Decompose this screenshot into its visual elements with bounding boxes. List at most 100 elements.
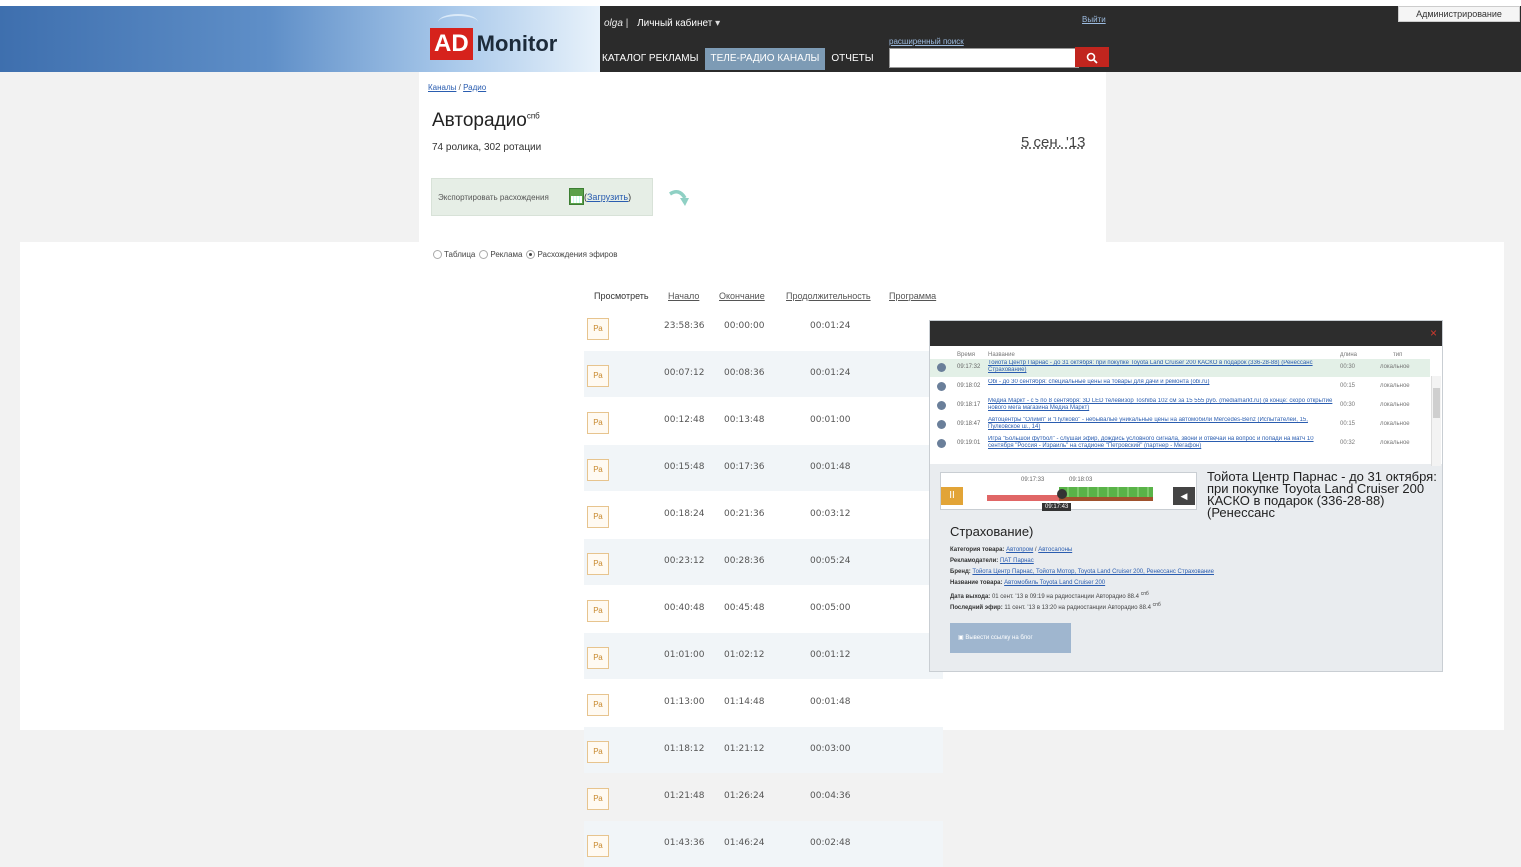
admin-button[interactable]: Администрирование xyxy=(1398,6,1520,22)
blog-button-label: Вывести ссылку на блог xyxy=(965,635,1033,641)
play-icon[interactable]: Ра xyxy=(587,553,609,575)
pause-button[interactable]: II xyxy=(941,487,963,505)
radio-table[interactable]: Таблица xyxy=(433,250,475,260)
play-circle-icon[interactable] xyxy=(937,420,946,429)
play-icon[interactable]: Ра xyxy=(587,835,609,857)
timeline-track-before[interactable] xyxy=(987,495,1059,501)
scroll-thumb[interactable] xyxy=(1433,388,1440,418)
player-popup: × Время Название длина тип 09:17:32 Тойот… xyxy=(929,320,1443,672)
table-row: Ра 01:18:12 01:21:12 00:03:00 xyxy=(584,727,943,773)
nav-reports[interactable]: ОТЧЕТЫ xyxy=(825,48,879,70)
table-row: Ра 00:18:24 00:21:36 00:03:12 xyxy=(584,492,943,538)
cell-duration: 00:01:12 xyxy=(810,650,851,660)
playlist-item[interactable]: 09:18:47 Автоцентры "Олимп" и "Пулково" -… xyxy=(930,416,1430,434)
station-city: спб xyxy=(526,111,540,121)
cell-end: 01:46:24 xyxy=(724,838,765,848)
cell-end: 00:45:48 xyxy=(724,603,765,613)
cell-duration: 00:04:36 xyxy=(810,791,851,801)
pl-head-time: Время xyxy=(957,352,976,358)
cell-end: 01:21:12 xyxy=(724,744,765,754)
play-circle-icon[interactable] xyxy=(937,363,946,372)
radio-circle xyxy=(433,250,442,260)
pl-name-link[interactable]: Автоцентры "Олимп" и "Пулково" - небывал… xyxy=(988,417,1335,432)
pl-time: 09:18:17 xyxy=(957,402,981,408)
playlist-item[interactable]: 09:18:17 Медиа Маркт - с 5 по 8 сентября:… xyxy=(930,397,1430,415)
pl-type: локальное xyxy=(1380,383,1410,389)
play-icon[interactable]: Ра xyxy=(587,506,609,528)
pl-name-link[interactable]: Obi - до 30 сентября: специальные цены н… xyxy=(988,379,1335,394)
playlist-item[interactable]: 09:18:02 Obi - до 30 сентября: специальны… xyxy=(930,378,1430,396)
nav-catalog[interactable]: КАТАЛОГ РЕКЛАМЫ xyxy=(596,48,705,70)
play-icon[interactable]: Ра xyxy=(587,694,609,716)
playhead-handle[interactable] xyxy=(1057,489,1067,499)
category-link-1[interactable]: Автопром xyxy=(1006,547,1033,553)
play-icon[interactable]: Ра xyxy=(587,412,609,434)
player-timeline[interactable]: II 09:17:33 09:18:03 09:17:43 ◀ xyxy=(940,472,1197,511)
meta-last-label: Последний эфир: xyxy=(950,605,1003,611)
logout-link[interactable]: Выйти xyxy=(1082,15,1106,24)
cell-start: 23:58:36 xyxy=(664,321,705,331)
pl-length: 00:15 xyxy=(1340,421,1356,427)
pl-name-link[interactable]: Игра "Большой футбол" - слушай эфир, дож… xyxy=(988,436,1335,451)
playlist-item[interactable]: 09:17:32 Тойота Центр Парнас - до 31 октя… xyxy=(930,359,1430,377)
cell-end: 00:28:36 xyxy=(724,556,765,566)
meta-last-sup: спб xyxy=(1152,602,1161,608)
advertiser-link[interactable]: ПАТ Парнас xyxy=(1000,558,1034,564)
cell-end: 00:17:36 xyxy=(724,462,765,472)
col-start[interactable]: Начало xyxy=(668,291,699,301)
blog-link-button[interactable]: ▣ Вывести ссылку на блог xyxy=(950,623,1071,653)
breadcrumb-channels[interactable]: Каналы xyxy=(428,83,456,92)
play-icon[interactable]: Ра xyxy=(587,647,609,669)
cell-end: 00:13:48 xyxy=(724,415,765,425)
curved-arrow-icon xyxy=(669,190,689,206)
cell-duration: 00:05:00 xyxy=(810,603,851,613)
close-icon[interactable]: × xyxy=(1430,326,1437,340)
nav-channels[interactable]: ТЕЛЕ-РАДИО КАНАЛЫ xyxy=(704,48,826,70)
brands-links[interactable]: Тойота Центр Парнас, Тойота Мотор, Toyot… xyxy=(972,569,1214,575)
radio-diff-label: Расхождения эфиров xyxy=(537,250,618,259)
view-mode-radios: Таблица Реклама Расхождения эфиров xyxy=(433,250,618,260)
play-icon[interactable]: Ра xyxy=(587,365,609,387)
playlist-scrollbar[interactable] xyxy=(1431,376,1441,466)
play-icon[interactable]: Ра xyxy=(587,600,609,622)
play-circle-icon[interactable] xyxy=(937,401,946,410)
cell-start: 00:40:48 xyxy=(664,603,705,613)
search-button[interactable] xyxy=(1075,47,1109,67)
station-panel: Каналы / Радио Авторадиоспб 74 ролика, 3… xyxy=(419,72,1106,242)
logo[interactable]: AD Monitor xyxy=(430,14,557,64)
pl-time: 09:17:32 xyxy=(957,364,981,370)
username[interactable]: olga xyxy=(604,18,623,29)
table-row: Ра 01:21:48 01:26:24 00:04:36 xyxy=(584,774,943,820)
download-link[interactable]: Загрузить xyxy=(587,192,628,202)
col-program[interactable]: Программа xyxy=(889,291,936,301)
meta-product: Название товара: Автомобиль Toyota Land … xyxy=(950,580,1105,586)
advanced-search-link[interactable]: расширенный поиск xyxy=(889,37,964,46)
search-input[interactable] xyxy=(889,48,1079,68)
meta-release-label: Дата выхода: xyxy=(950,594,991,600)
playlist-item[interactable]: 09:19:01 Игра "Большой футбол" - слушай э… xyxy=(930,435,1430,453)
user-line: olga | Личный кабинет ▾ xyxy=(604,18,720,29)
radio-ads[interactable]: Реклама xyxy=(479,250,522,260)
cabinet-menu[interactable]: Личный кабинет xyxy=(637,18,712,29)
product-link[interactable]: Автомобиль Toyota Land Cruiser 200 xyxy=(1004,580,1105,586)
cell-start: 00:23:12 xyxy=(664,556,705,566)
col-duration[interactable]: Продолжительность xyxy=(786,291,871,301)
pl-name-link[interactable]: Тойота Центр Парнас - до 31 октября: при… xyxy=(988,360,1335,375)
radio-diff[interactable]: Расхождения эфиров xyxy=(526,250,618,260)
play-icon[interactable]: Ра xyxy=(587,459,609,481)
date-selector[interactable]: 5 сен. '13 xyxy=(1021,134,1086,151)
play-icon[interactable]: Ра xyxy=(587,318,609,340)
cell-start: 00:12:48 xyxy=(664,415,705,425)
breadcrumb-radio[interactable]: Радио xyxy=(463,83,486,92)
cell-duration: 00:01:00 xyxy=(810,415,851,425)
play-icon[interactable]: Ра xyxy=(587,788,609,810)
export-download[interactable]: (Загрузить) xyxy=(584,192,631,202)
volume-icon[interactable]: ◀ xyxy=(1173,487,1195,505)
col-end[interactable]: Окончание xyxy=(719,291,765,301)
play-circle-icon[interactable] xyxy=(937,382,946,391)
category-link-2[interactable]: Автосалоны xyxy=(1038,547,1072,553)
play-circle-icon[interactable] xyxy=(937,439,946,448)
pl-name-link[interactable]: Медиа Маркт - с 5 по 8 сентября: 3D LED … xyxy=(988,398,1335,413)
radio-circle-checked xyxy=(526,250,536,260)
play-icon[interactable]: Ра xyxy=(587,741,609,763)
